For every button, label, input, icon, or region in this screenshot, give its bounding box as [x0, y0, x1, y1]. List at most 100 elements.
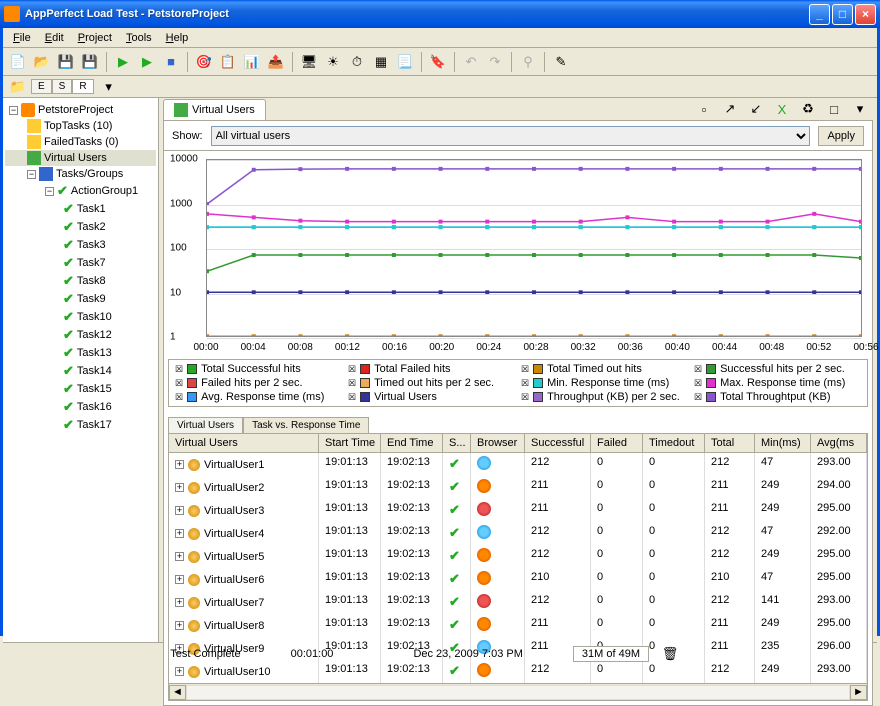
export-icon[interactable]: 📤	[265, 51, 287, 73]
sun-icon[interactable]: ☀	[322, 51, 344, 73]
tree-actiongroup[interactable]: − ✔ ActionGroup1	[5, 182, 156, 200]
table-row[interactable]: +VirtualUser819:01:1319:02:13✔2110021124…	[169, 614, 867, 637]
wand-icon[interactable]: ✎	[550, 51, 572, 73]
col-header[interactable]: Failed	[591, 434, 643, 452]
table-row[interactable]: +VirtualUser119:01:1319:02:13✔2120021247…	[169, 453, 867, 476]
tree-task[interactable]: ✔Task13	[5, 344, 156, 362]
col-header[interactable]: Browser	[471, 434, 525, 452]
minitab-S[interactable]: S	[52, 79, 73, 94]
col-header[interactable]: Timedout	[643, 434, 705, 452]
tree-task[interactable]: ✔Task12	[5, 326, 156, 344]
table-row[interactable]: +VirtualUser619:01:1319:02:13✔2100021047…	[169, 568, 867, 591]
menu-project[interactable]: Project	[72, 30, 118, 46]
col-header[interactable]: S...	[443, 434, 471, 452]
tab-virtual-users[interactable]: Virtual Users	[163, 99, 266, 120]
expand-icon[interactable]: +	[175, 460, 184, 469]
tree-task[interactable]: ✔Task14	[5, 362, 156, 380]
project-tree[interactable]: − PetstoreProject TopTasks (10) FailedTa…	[3, 98, 159, 642]
tree-task[interactable]: ✔Task1	[5, 200, 156, 218]
stop-icon[interactable]: ■	[160, 51, 182, 73]
col-header[interactable]: Virtual Users	[169, 434, 319, 452]
apply-button[interactable]: Apply	[818, 126, 864, 146]
menu-file[interactable]: File	[7, 30, 37, 46]
col-header[interactable]: Avg(ms	[811, 434, 867, 452]
maximize-button[interactable]: □	[832, 4, 853, 25]
expand-icon[interactable]: +	[175, 529, 184, 538]
maximize-pane-icon[interactable]: □	[823, 98, 845, 120]
tree-task[interactable]: ✔Task10	[5, 308, 156, 326]
list-icon[interactable]: 📋	[217, 51, 239, 73]
table-row[interactable]: +VirtualUser319:01:1319:02:13✔2110021124…	[169, 499, 867, 522]
refresh-icon[interactable]: ♻	[797, 98, 819, 120]
export-excel-icon[interactable]: X	[771, 98, 793, 120]
table-row[interactable]: +VirtualUser419:01:1319:02:13✔2120021247…	[169, 522, 867, 545]
tree-virtualusers[interactable]: Virtual Users	[5, 150, 156, 166]
scroll-left-icon[interactable]: ◄	[169, 685, 186, 700]
tree-task[interactable]: ✔Task8	[5, 272, 156, 290]
subtab-task-response[interactable]: Task vs. Response Time	[243, 417, 369, 433]
subtab-virtual-users[interactable]: Virtual Users	[168, 417, 243, 433]
col-header[interactable]: Min(ms)	[755, 434, 811, 452]
play-icon[interactable]: ▶	[112, 51, 134, 73]
scroll-right-icon[interactable]: ►	[850, 685, 867, 700]
tree-task[interactable]: ✔Task7	[5, 254, 156, 272]
collapse-icon[interactable]: −	[45, 187, 54, 196]
expand-icon[interactable]: +	[175, 621, 184, 630]
monitor-icon[interactable]: 🖥	[298, 51, 320, 73]
collapse-icon[interactable]: −	[9, 106, 18, 115]
clock-icon[interactable]: ⏱	[346, 51, 368, 73]
table-row[interactable]: +VirtualUser1019:01:1319:02:13✔212002122…	[169, 660, 867, 683]
tree-toptasks[interactable]: TopTasks (10)	[5, 118, 156, 134]
tree-project[interactable]: − PetstoreProject	[5, 102, 156, 118]
minitab-R[interactable]: R	[72, 79, 93, 94]
folder-icon[interactable]: 📁	[7, 76, 29, 98]
play2-icon[interactable]: ▶	[136, 51, 158, 73]
tree-task[interactable]: ✔Task9	[5, 290, 156, 308]
col-header[interactable]: End Time	[381, 434, 443, 452]
menu-help[interactable]: Help	[160, 30, 195, 46]
trash-icon[interactable]: 🗑	[659, 643, 681, 665]
tag-icon[interactable]: 🔖	[427, 51, 449, 73]
menu-tools[interactable]: Tools	[120, 30, 158, 46]
col-header[interactable]: Start Time	[319, 434, 381, 452]
chart-icon[interactable]: 📊	[241, 51, 263, 73]
table-row[interactable]: +VirtualUser219:01:1319:02:13✔2110021124…	[169, 476, 867, 499]
record-icon[interactable]: 🎯	[193, 51, 215, 73]
tree-task[interactable]: ✔Task16	[5, 398, 156, 416]
expand-icon[interactable]: +	[175, 667, 184, 676]
tool-icon[interactable]: ▫	[693, 98, 715, 120]
redo-icon[interactable]: ↷	[484, 51, 506, 73]
menu-edit[interactable]: Edit	[39, 30, 70, 46]
table-row[interactable]: +VirtualUser519:01:1319:02:13✔2120021224…	[169, 545, 867, 568]
horizontal-scrollbar[interactable]: ◄ ►	[169, 683, 867, 700]
minimize-button[interactable]: _	[809, 4, 830, 25]
tree-task[interactable]: ✔Task3	[5, 236, 156, 254]
tree-task[interactable]: ✔Task17	[5, 416, 156, 434]
tree-tasksgroups[interactable]: − Tasks/Groups	[5, 166, 156, 182]
menu-icon[interactable]: ▾	[849, 98, 871, 120]
expand-icon[interactable]: +	[175, 598, 184, 607]
col-header[interactable]: Total	[705, 434, 755, 452]
options-icon[interactable]: ▾	[98, 76, 120, 98]
expand-icon[interactable]: +	[175, 552, 184, 561]
find-icon[interactable]: ⚲	[517, 51, 539, 73]
grid-icon[interactable]: ▦	[370, 51, 392, 73]
expand-icon[interactable]: +	[175, 483, 184, 492]
doc-icon[interactable]: 📃	[394, 51, 416, 73]
scroll-track[interactable]	[186, 685, 850, 700]
tree-failedtasks[interactable]: FailedTasks (0)	[5, 134, 156, 150]
expand-icon[interactable]: +	[175, 506, 184, 515]
open-icon[interactable]: 📂	[31, 51, 53, 73]
tree-task[interactable]: ✔Task2	[5, 218, 156, 236]
table-header[interactable]: Virtual UsersStart TimeEnd TimeS...Brows…	[169, 434, 867, 453]
undo-icon[interactable]: ↶	[460, 51, 482, 73]
close-button[interactable]: ×	[855, 4, 876, 25]
save-icon[interactable]: 💾	[55, 51, 77, 73]
tool-icon[interactable]: ↗	[719, 98, 741, 120]
saveall-icon[interactable]: 💾	[79, 51, 101, 73]
show-select[interactable]: All virtual users	[211, 126, 811, 146]
collapse-icon[interactable]: −	[27, 170, 36, 179]
expand-icon[interactable]: +	[175, 575, 184, 584]
table-row[interactable]: +VirtualUser719:01:1319:02:13✔2120021214…	[169, 591, 867, 614]
new-icon[interactable]: 📄	[7, 51, 29, 73]
